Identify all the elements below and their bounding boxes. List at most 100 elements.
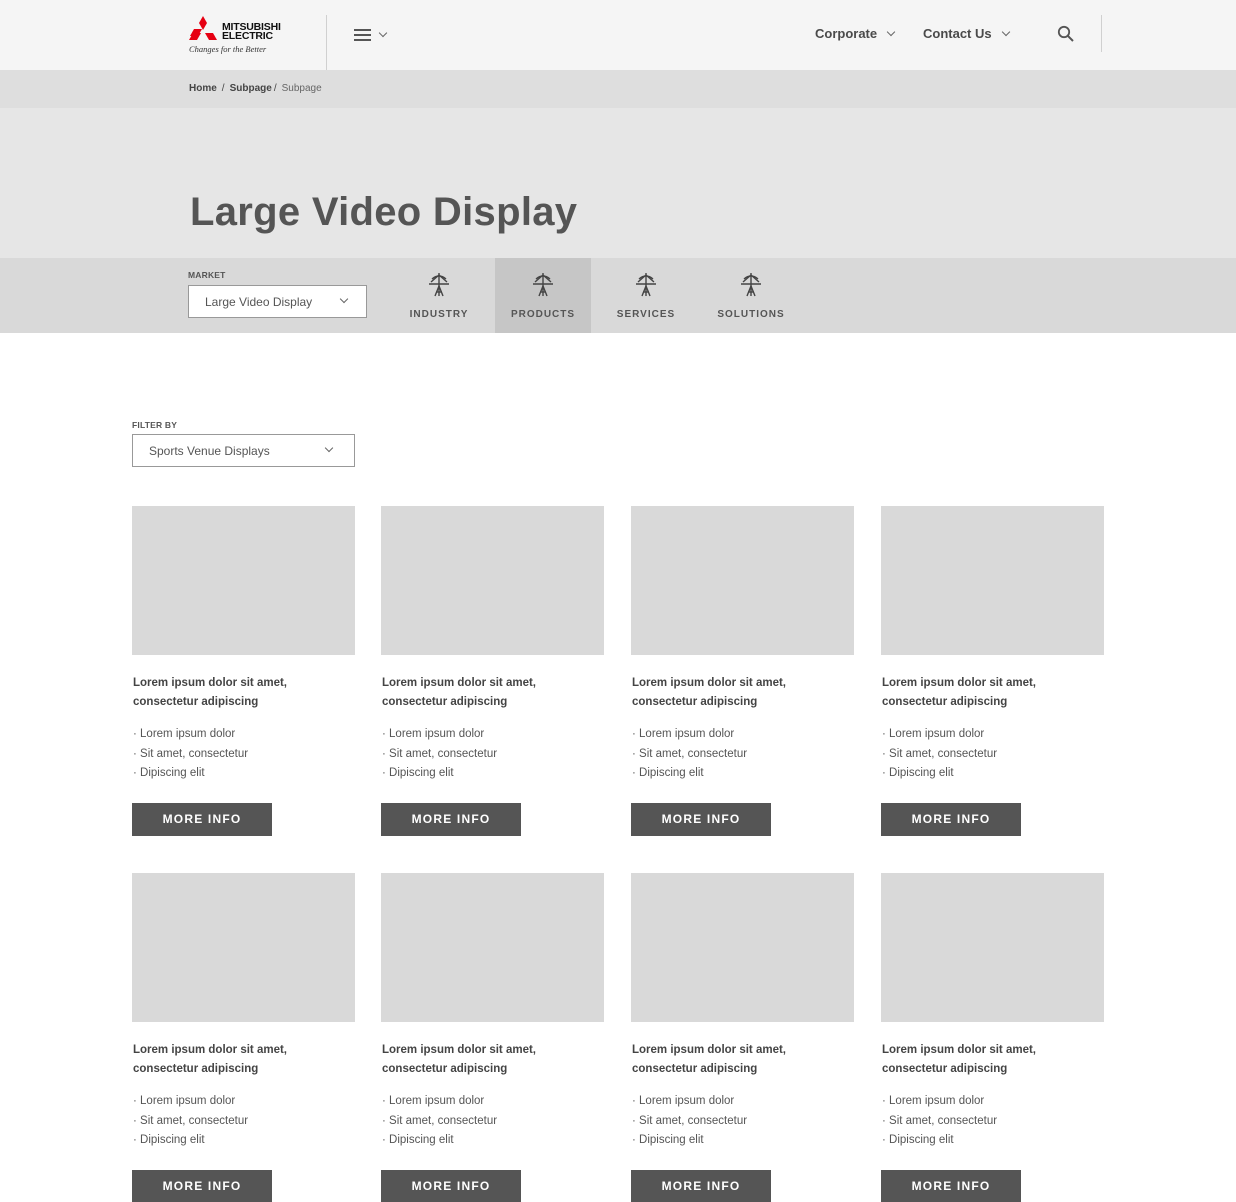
page-title: Large Video Display bbox=[190, 190, 578, 234]
product-title: Lorem ipsum dolor sit amet, consectetur a… bbox=[382, 674, 604, 712]
tower-icon bbox=[429, 273, 449, 297]
product-feature: Sit amet, consectetur bbox=[882, 745, 1104, 765]
product-title: Lorem ipsum dolor sit amet, consectetur a… bbox=[632, 1041, 854, 1079]
product-title: Lorem ipsum dolor sit amet, consectetur a… bbox=[882, 1041, 1104, 1079]
product-feature: Sit amet, consectetur bbox=[133, 745, 355, 765]
product-feature: Lorem ipsum dolor bbox=[133, 1092, 355, 1112]
tab-solutions-label: SOLUTIONS bbox=[717, 309, 785, 320]
breadcrumb-separator: / bbox=[221, 83, 225, 94]
more-info-button[interactable]: MORE INFO bbox=[881, 802, 1021, 836]
more-info-button[interactable]: MORE INFO bbox=[381, 802, 521, 836]
product-title: Lorem ipsum dolor sit amet, consectetur a… bbox=[882, 674, 1104, 712]
more-info-button[interactable]: MORE INFO bbox=[631, 802, 771, 836]
product-feature-list: Lorem ipsum dolor Sit amet, consectetur … bbox=[882, 725, 1104, 784]
chevron-down-icon bbox=[886, 27, 896, 37]
product-feature: Dipiscing elit bbox=[882, 764, 1104, 784]
header-divider bbox=[326, 15, 327, 70]
product-feature: Lorem ipsum dolor bbox=[133, 725, 355, 745]
filter-select-value: Sports Venue Displays bbox=[149, 444, 270, 458]
product-image-placeholder[interactable] bbox=[631, 506, 854, 655]
product-card: Lorem ipsum dolor sit amet, consectetur a… bbox=[881, 506, 1104, 836]
product-feature-list: Lorem ipsum dolor Sit amet, consectetur … bbox=[382, 725, 604, 784]
nav-corporate[interactable]: Corporate bbox=[815, 26, 896, 41]
product-title-line: Lorem ipsum dolor sit amet, bbox=[133, 677, 287, 689]
hamburger-icon bbox=[354, 29, 371, 41]
product-feature: Dipiscing elit bbox=[632, 1131, 854, 1151]
product-card: Lorem ipsum dolor sit amet, consectetur a… bbox=[381, 506, 604, 836]
nav-contact-us[interactable]: Contact Us bbox=[923, 26, 1010, 41]
product-title: Lorem ipsum dolor sit amet, consectetur a… bbox=[632, 674, 854, 712]
tab-products[interactable]: PRODUCTS bbox=[495, 258, 591, 333]
product-title-line: consectetur adipiscing bbox=[632, 696, 758, 708]
product-title-line: Lorem ipsum dolor sit amet, bbox=[382, 1044, 536, 1056]
product-title: Lorem ipsum dolor sit amet, consectetur a… bbox=[133, 674, 355, 712]
market-bar: MARKET Large Video Display INDUSTRY PROD… bbox=[0, 258, 1236, 333]
product-feature: Dipiscing elit bbox=[882, 1131, 1104, 1151]
product-card: Lorem ipsum dolor sit amet, consectetur a… bbox=[631, 506, 854, 836]
product-image-placeholder[interactable] bbox=[381, 873, 604, 1022]
breadcrumb: Home / Subpage / Subpage bbox=[189, 83, 322, 94]
nav-contact-us-label: Contact Us bbox=[923, 26, 992, 41]
product-title-line: Lorem ipsum dolor sit amet, bbox=[632, 677, 786, 689]
more-info-button[interactable]: MORE INFO bbox=[132, 802, 272, 836]
market-select-value: Large Video Display bbox=[205, 295, 313, 309]
product-title-line: consectetur adipiscing bbox=[382, 696, 508, 708]
market-label: MARKET bbox=[188, 270, 226, 280]
product-feature: Sit amet, consectetur bbox=[382, 745, 604, 765]
chevron-down-icon bbox=[324, 443, 334, 453]
more-info-button[interactable]: MORE INFO bbox=[132, 1169, 272, 1202]
product-feature: Dipiscing elit bbox=[382, 1131, 604, 1151]
product-feature: Lorem ipsum dolor bbox=[632, 1092, 854, 1112]
product-title-line: consectetur adipiscing bbox=[382, 1063, 508, 1075]
product-title-line: Lorem ipsum dolor sit amet, bbox=[632, 1044, 786, 1056]
tab-industry-label: INDUSTRY bbox=[409, 309, 469, 320]
tower-icon bbox=[741, 273, 761, 297]
product-feature-list: Lorem ipsum dolor Sit amet, consectetur … bbox=[133, 1092, 355, 1151]
more-info-button[interactable]: MORE INFO bbox=[631, 1169, 771, 1202]
product-image-placeholder[interactable] bbox=[881, 873, 1104, 1022]
product-feature-list: Lorem ipsum dolor Sit amet, consectetur … bbox=[632, 725, 854, 784]
product-card: Lorem ipsum dolor sit amet, consectetur a… bbox=[132, 873, 355, 1202]
tower-icon bbox=[636, 273, 656, 297]
product-image-placeholder[interactable] bbox=[132, 506, 355, 655]
search-button[interactable] bbox=[1057, 25, 1075, 43]
chevron-down-icon bbox=[1001, 27, 1010, 37]
three-diamonds-logo-icon bbox=[189, 16, 217, 40]
product-card: Lorem ipsum dolor sit amet, consectetur a… bbox=[132, 506, 355, 836]
breadcrumb-subpage[interactable]: Subpage bbox=[230, 83, 272, 94]
more-info-button[interactable]: MORE INFO bbox=[381, 1169, 521, 1202]
tab-solutions[interactable]: SOLUTIONS bbox=[703, 258, 799, 333]
tab-services[interactable]: SERVICES bbox=[598, 258, 694, 333]
product-title-line: Lorem ipsum dolor sit amet, bbox=[133, 1044, 287, 1056]
product-feature-list: Lorem ipsum dolor Sit amet, consectetur … bbox=[382, 1092, 604, 1151]
product-image-placeholder[interactable] bbox=[881, 506, 1104, 655]
chevron-down-icon bbox=[339, 294, 349, 304]
tab-products-label: PRODUCTS bbox=[510, 309, 576, 320]
product-feature-list: Lorem ipsum dolor Sit amet, consectetur … bbox=[632, 1092, 854, 1151]
breadcrumb-home[interactable]: Home bbox=[189, 83, 217, 94]
product-title: Lorem ipsum dolor sit amet, consectetur a… bbox=[133, 1041, 355, 1079]
filter-label: FILTER BY bbox=[132, 420, 178, 430]
product-feature: Dipiscing elit bbox=[133, 1131, 355, 1151]
product-image-placeholder[interactable] bbox=[381, 506, 604, 655]
product-feature: Sit amet, consectetur bbox=[632, 1112, 854, 1132]
main-menu-button[interactable] bbox=[354, 26, 394, 44]
product-feature: Lorem ipsum dolor bbox=[882, 1092, 1104, 1112]
market-select[interactable]: Large Video Display bbox=[188, 285, 367, 318]
brand-tagline: Changes for the Better bbox=[189, 44, 267, 54]
product-feature-list: Lorem ipsum dolor Sit amet, consectetur … bbox=[133, 725, 355, 784]
filter-select[interactable]: Sports Venue Displays bbox=[132, 434, 355, 467]
product-feature: Sit amet, consectetur bbox=[133, 1112, 355, 1132]
product-title: Lorem ipsum dolor sit amet, consectetur a… bbox=[382, 1041, 604, 1079]
product-image-placeholder[interactable] bbox=[132, 873, 355, 1022]
tower-icon bbox=[533, 273, 553, 297]
more-info-button[interactable]: MORE INFO bbox=[881, 1169, 1021, 1202]
product-feature: Sit amet, consectetur bbox=[632, 745, 854, 765]
product-feature: Lorem ipsum dolor bbox=[632, 725, 854, 745]
product-image-placeholder[interactable] bbox=[631, 873, 854, 1022]
hero-banner: Large Video Display bbox=[0, 108, 1236, 258]
product-feature: Lorem ipsum dolor bbox=[382, 1092, 604, 1112]
mitsubishi-electric-logo[interactable]: MITSUBISHI ELECTRIC Changes for the Bett… bbox=[189, 16, 284, 56]
product-feature: Dipiscing elit bbox=[133, 764, 355, 784]
tab-industry[interactable]: INDUSTRY bbox=[391, 258, 487, 333]
